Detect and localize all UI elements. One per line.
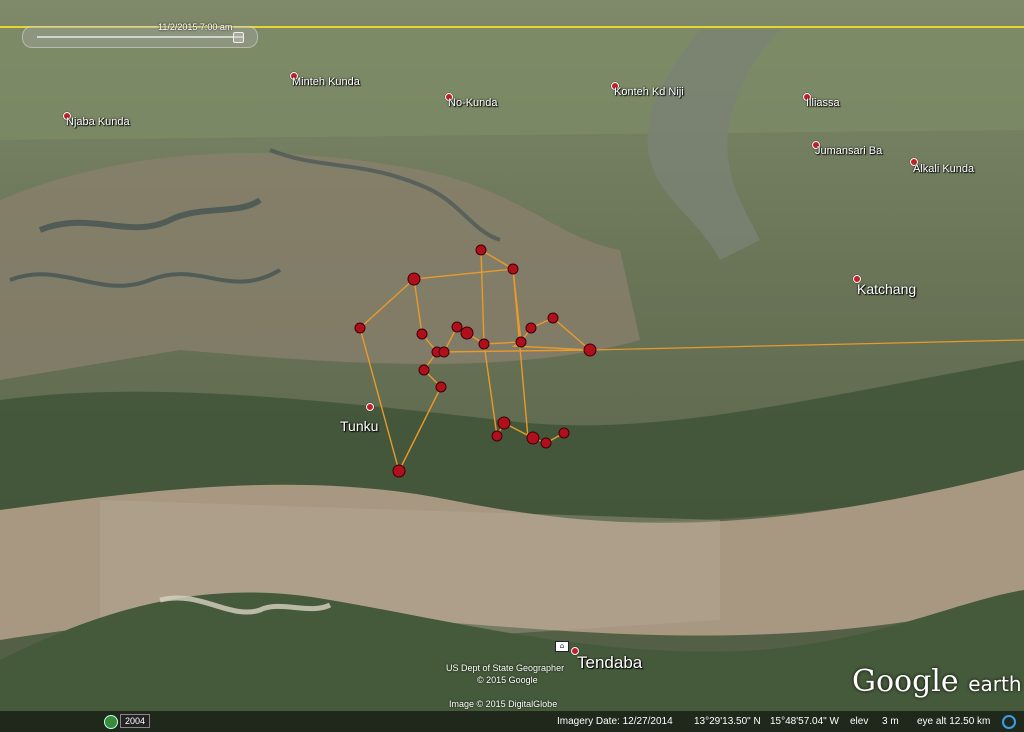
historical-imagery-year[interactable]: 2004 bbox=[120, 714, 151, 728]
place-label-minteh-kunda[interactable]: Minteh Kunda bbox=[292, 76, 360, 88]
place-label-tunku[interactable]: Tunku bbox=[340, 418, 378, 434]
place-label-tendaba[interactable]: Tendaba bbox=[577, 653, 642, 673]
time-slider-handle[interactable] bbox=[233, 32, 244, 43]
place-label-illiassa[interactable]: Illiassa bbox=[806, 97, 840, 109]
elevation-value: 3 m bbox=[882, 716, 899, 727]
time-slider-label: 11/2/2015 7:00 am bbox=[158, 22, 233, 32]
eye-altitude: eye alt 12.50 km bbox=[917, 716, 991, 727]
place-label-alkali-kunda[interactable]: Alkali Kunda bbox=[913, 163, 974, 175]
place-label-no-kunda[interactable]: No-Kunda bbox=[448, 97, 498, 109]
clock-history-icon[interactable] bbox=[104, 715, 118, 729]
streaming-circle-icon bbox=[1002, 715, 1016, 729]
credit-digitalglobe: Image © 2015 DigitalGlobe bbox=[449, 699, 558, 709]
latitude-readout: 13°29'13.50" N bbox=[694, 716, 761, 727]
place-label-konteh-kd-niji[interactable]: Konteh Kd Niji bbox=[614, 86, 684, 98]
credit-google: © 2015 Google bbox=[477, 675, 538, 685]
place-label-jumansari-ba[interactable]: Jumansari Ba bbox=[815, 145, 882, 157]
longitude-readout: 15°48'57.04" W bbox=[770, 716, 839, 727]
place-pin[interactable] bbox=[366, 403, 374, 411]
credit-geographer: US Dept of State Geographer bbox=[446, 663, 565, 673]
satellite-map[interactable] bbox=[0, 0, 1024, 732]
elevation-label: elev bbox=[850, 716, 869, 727]
status-bar: 2004 Imagery Date: 12/27/2014 13°29'13.5… bbox=[0, 711, 1024, 732]
time-slider-track[interactable] bbox=[37, 36, 243, 38]
place-label-njaba-kunda[interactable]: Njaba Kunda bbox=[66, 116, 130, 128]
imagery-date: Imagery Date: 12/27/2014 bbox=[557, 716, 673, 727]
place-label-katchang[interactable]: Katchang bbox=[857, 281, 916, 297]
google-earth-logo: Google earth bbox=[852, 664, 1022, 699]
hotel-icon[interactable]: ⌂ bbox=[555, 641, 569, 652]
